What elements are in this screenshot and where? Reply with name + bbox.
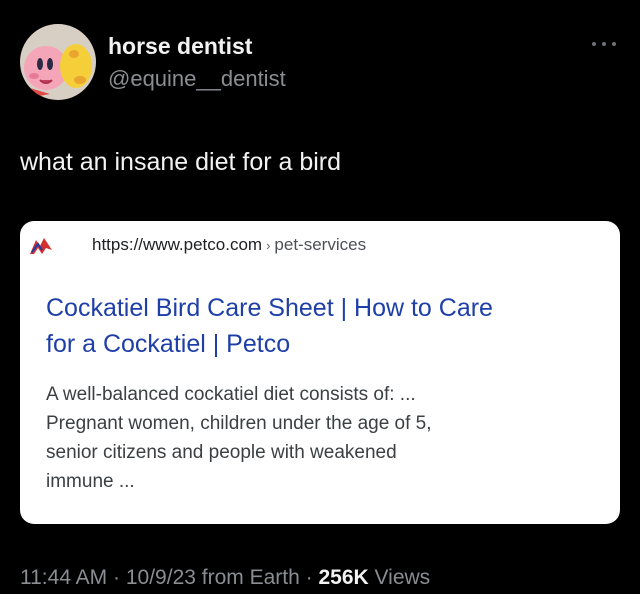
dot [612,42,616,46]
meta-dot: · [305,566,313,589]
avatar[interactable] [20,24,96,100]
link-title[interactable]: Cockatiel Bird Care Sheet | How to Care … [46,290,606,362]
views-count[interactable]: 256K [319,566,369,589]
display-name[interactable]: horse dentist [108,33,252,60]
views-label: Views [374,566,431,589]
kirby-avatar-icon [20,24,96,100]
dot [592,42,596,46]
link-title-line-1: Cockatiel Bird Care Sheet | How to Care [46,294,493,322]
link-url[interactable]: https://www.petco.com › pet-services [92,235,366,255]
petco-logo-icon [30,238,52,254]
link-title-line-2: for a Cockatiel | Petco [46,330,291,358]
dot [602,42,606,46]
tweet-date[interactable]: 10/9/23 [126,566,196,589]
snippet-line: Pregnant women, children under the age o… [46,413,432,434]
link-path: pet-services [274,235,367,254]
user-handle[interactable]: @equine__dentist [108,66,286,92]
link-snippet: A well-balanced cockatiel diet consists … [46,380,606,496]
tweet-metadata: 11:44 AM · 10/9/23 from Earth · 256K Vie… [20,566,430,590]
tweet-text: what an insane diet for a bird [20,148,342,176]
more-options-icon[interactable] [592,36,616,52]
link-domain: https://www.petco.com [92,235,263,254]
breadcrumb-separator: › [266,238,271,253]
meta-dot: · [113,566,121,589]
tweet-time[interactable]: 11:44 AM [20,566,107,589]
snippet-line: senior citizens and people with weakened [46,442,397,463]
snippet-line: A well-balanced cockatiel diet consists … [46,384,416,405]
snippet-line: immune ... [46,471,135,492]
tweet-source: from Earth [201,566,300,589]
